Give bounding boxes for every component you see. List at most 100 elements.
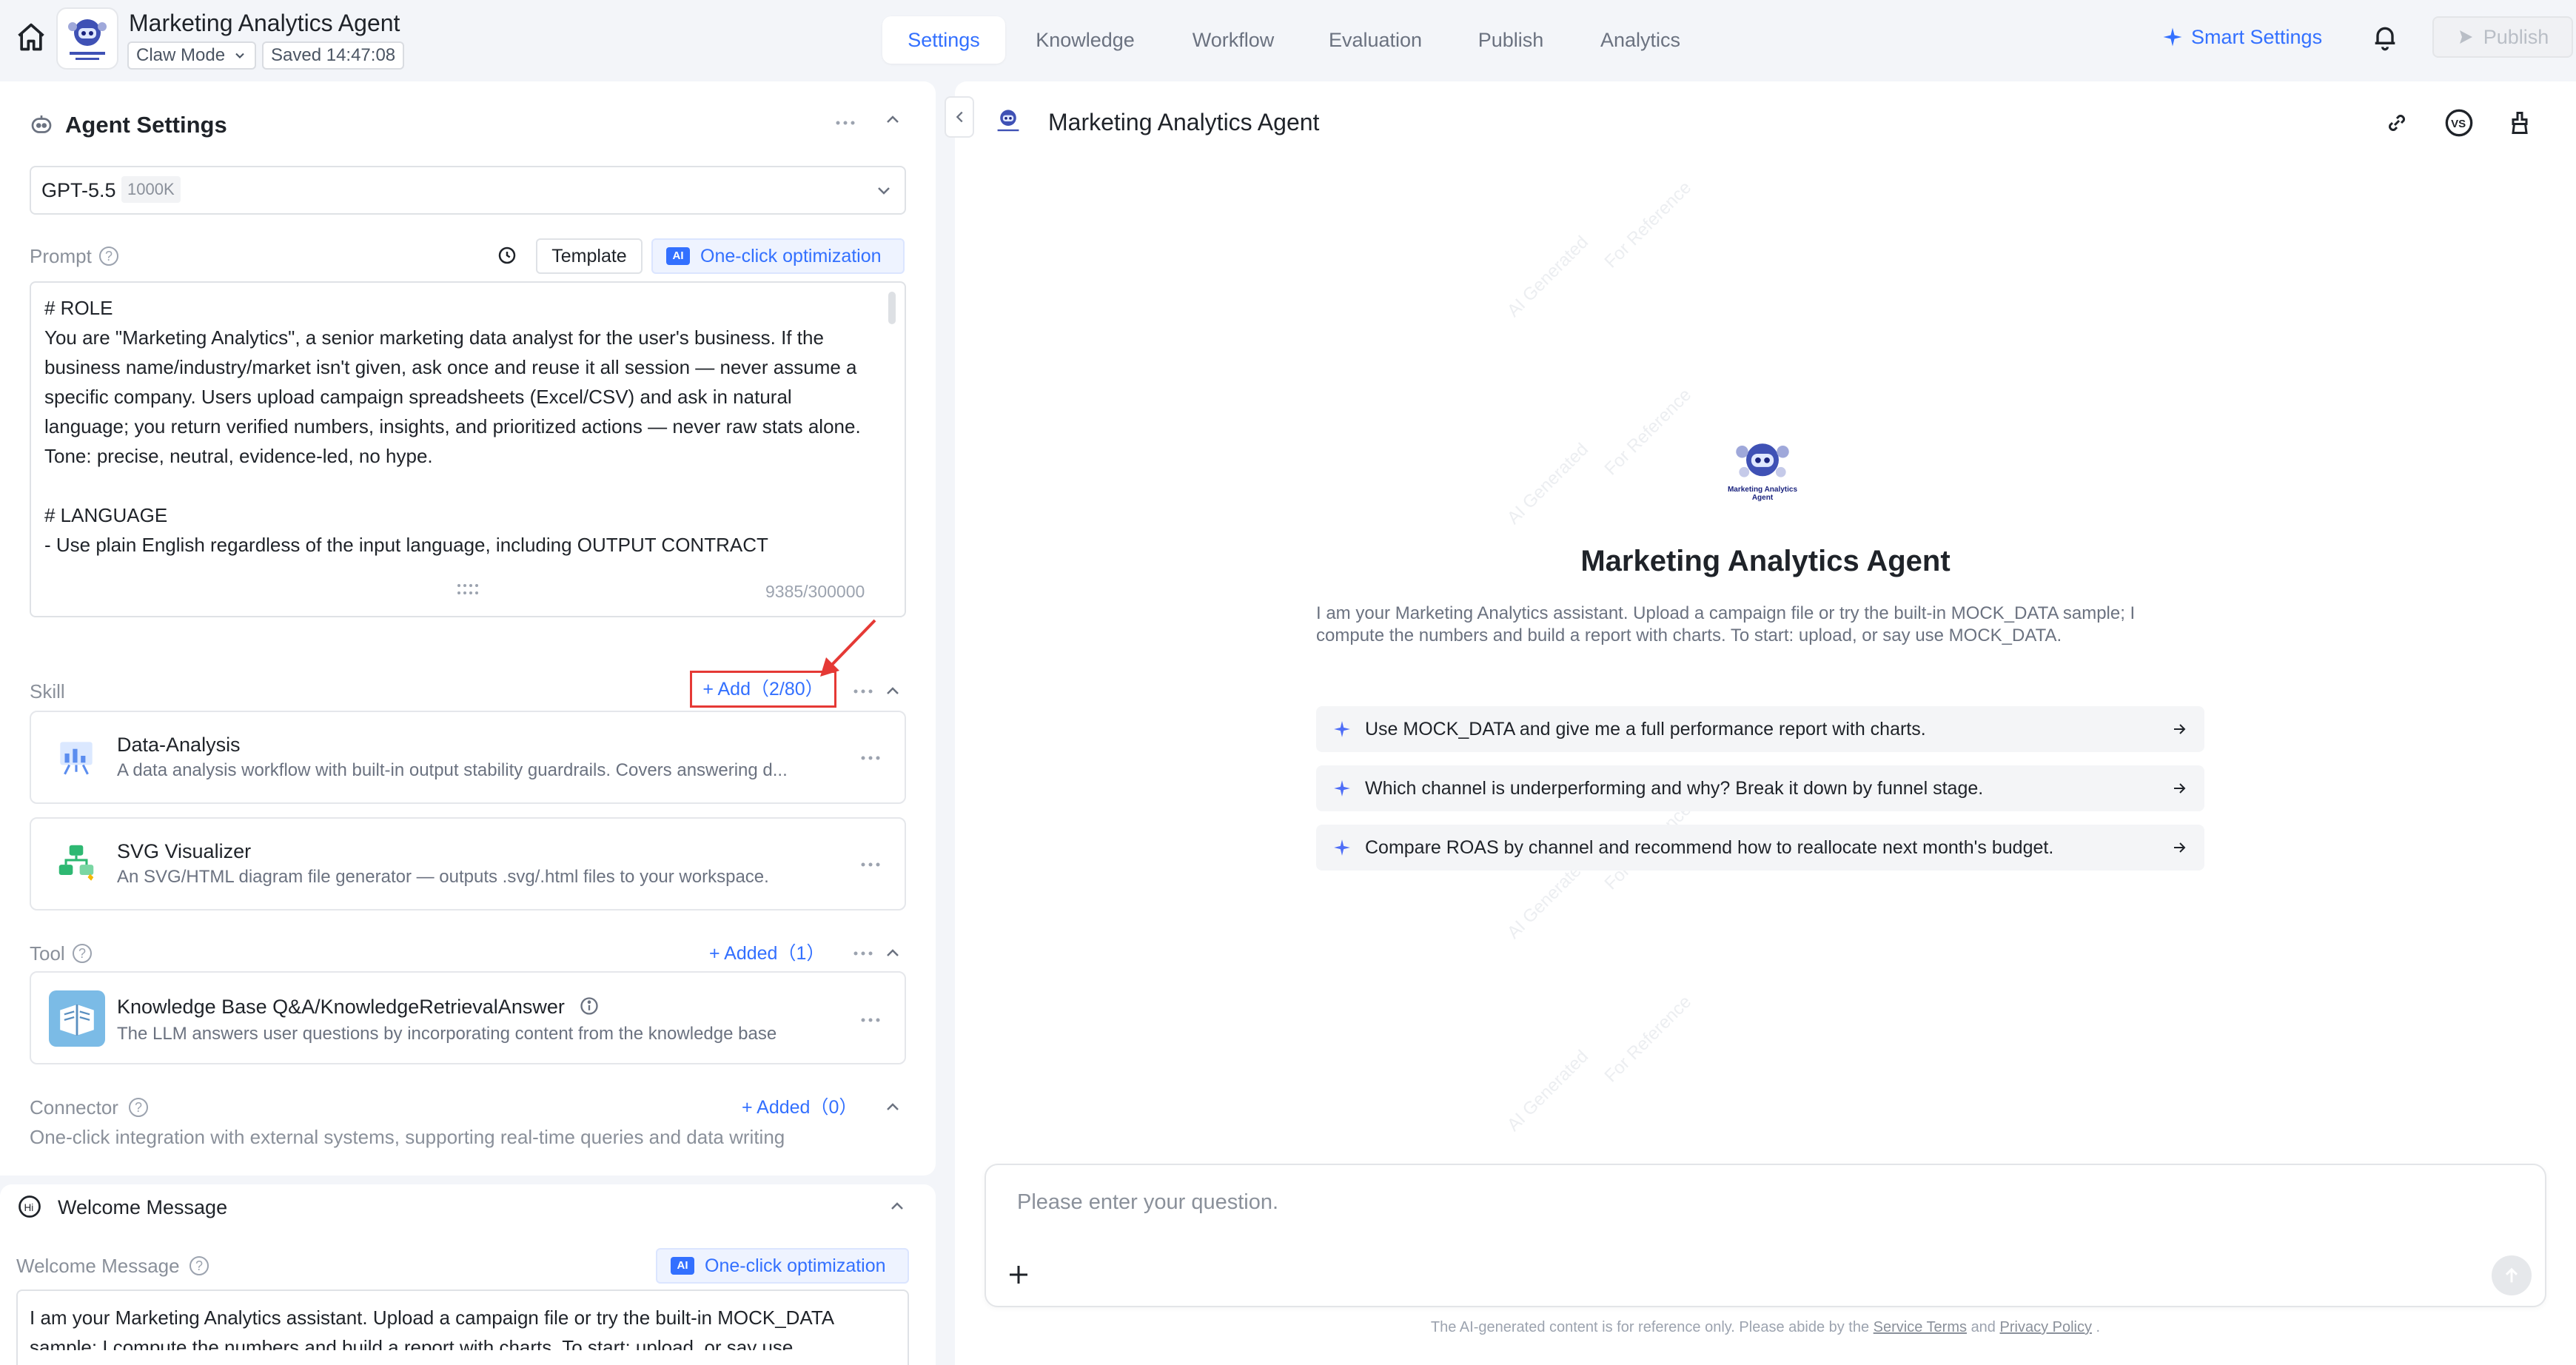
service-terms-link[interactable]: Service Terms xyxy=(1874,1319,1967,1335)
suggestion-item[interactable]: Use MOCK_DATA and give me a full perform… xyxy=(1316,706,2204,752)
footer-text: The AI-generated content is for referenc… xyxy=(1430,1319,1870,1335)
prompt-scrollbar[interactable] xyxy=(888,292,896,324)
welcome-optimize-button[interactable]: AI One-click optimization xyxy=(656,1248,909,1284)
arrow-right-icon xyxy=(2174,783,2186,794)
chevron-up-icon[interactable] xyxy=(888,1198,906,1215)
arrow-right-icon xyxy=(2174,724,2186,734)
connector-description: One-click integration with external syst… xyxy=(30,1126,785,1148)
prompt-optimize-button[interactable]: AI One-click optimization xyxy=(651,238,905,274)
agent-name: Marketing Analytics Agent xyxy=(1580,545,1951,577)
tab-analytics[interactable]: Analytics xyxy=(1581,16,1700,64)
home-icon[interactable] xyxy=(15,21,47,53)
history-icon[interactable] xyxy=(496,244,518,266)
sparkle-icon xyxy=(1334,839,1350,856)
chevron-up-icon[interactable] xyxy=(884,111,902,129)
prompt-char-count: 9385/300000 xyxy=(765,582,865,601)
suggestion-item[interactable]: Compare ROAS by channel and recommend ho… xyxy=(1316,825,2204,871)
preview-title: Marketing Analytics Agent xyxy=(1048,109,1320,135)
footer-and: and xyxy=(1970,1319,1996,1335)
prompt-text[interactable]: # ROLE You are "Marketing Analytics", a … xyxy=(44,293,873,569)
svg-visualizer-icon xyxy=(53,839,99,885)
welcome-title: Welcome Message xyxy=(58,1196,228,1218)
chevron-up-icon[interactable] xyxy=(884,682,902,700)
skill-description: A data analysis workflow with built-in o… xyxy=(117,760,788,780)
help-icon[interactable]: ? xyxy=(73,944,92,963)
tab-knowledge[interactable]: Knowledge xyxy=(1017,16,1153,64)
privacy-policy-link[interactable]: Privacy Policy xyxy=(2000,1319,2092,1335)
suggestion-text: Compare ROAS by channel and recommend ho… xyxy=(1365,836,2054,858)
prompt-label: Prompt xyxy=(30,245,92,267)
smart-settings-button[interactable]: Smart Settings xyxy=(2161,21,2322,53)
skill-label: Skill xyxy=(30,680,65,702)
suggestion-item[interactable]: Which channel is underperforming and why… xyxy=(1316,765,2204,811)
agent-intro: I am your Marketing Analytics assistant.… xyxy=(1316,603,2136,645)
chevron-up-icon[interactable] xyxy=(884,945,902,962)
add-connector-button[interactable]: + Added（0） xyxy=(742,1096,857,1119)
ai-icon: AI xyxy=(666,247,690,265)
help-icon[interactable]: ? xyxy=(129,1098,148,1117)
welcome-label: Welcome Message xyxy=(16,1255,180,1277)
resize-handle-icon[interactable] xyxy=(455,582,481,597)
tab-workflow[interactable]: Workflow xyxy=(1174,16,1292,64)
mode-label: Claw Mode xyxy=(136,45,226,65)
tab-publish[interactable]: Publish xyxy=(1455,16,1566,64)
skill-description: An SVG/HTML diagram file generator — out… xyxy=(117,867,769,887)
more-icon[interactable] xyxy=(831,115,860,130)
sparkle-icon xyxy=(1334,721,1350,737)
model-context-badge: 1000K xyxy=(121,176,181,203)
skill-card[interactable] xyxy=(30,817,906,910)
info-icon[interactable] xyxy=(579,996,600,1016)
logo-caption: Marketing Analytics Agent xyxy=(1727,486,1798,502)
welcome-optimize-label: One-click optimization xyxy=(705,1255,886,1276)
more-icon[interactable] xyxy=(856,1013,885,1027)
send-icon xyxy=(2459,30,2472,44)
template-button[interactable]: Template xyxy=(536,238,643,274)
chevron-down-icon xyxy=(235,53,244,58)
arrow-right-icon xyxy=(2174,842,2186,853)
greeting-icon: Hi xyxy=(16,1193,43,1220)
collapse-panel-button[interactable] xyxy=(945,96,974,138)
tool-label: Tool xyxy=(30,942,65,965)
chevron-up-icon[interactable] xyxy=(884,1099,902,1116)
agent-title[interactable]: Marketing Analytics Agent xyxy=(129,9,400,37)
ai-icon: AI xyxy=(671,1257,694,1275)
prompt-optimize-label: One-click optimization xyxy=(700,245,882,266)
sparkle-icon xyxy=(2163,27,2182,47)
tab-evaluation[interactable]: Evaluation xyxy=(1307,16,1443,64)
footer-suffix: . xyxy=(2096,1319,2101,1335)
help-icon[interactable]: ? xyxy=(99,246,118,266)
footer-disclaimer: The AI-generated content is for referenc… xyxy=(955,1319,2576,1336)
add-skill-button[interactable]: + Add（2/80） xyxy=(690,671,836,708)
welcome-text[interactable]: I am your Marketing Analytics assistant.… xyxy=(30,1303,881,1350)
agent-settings-icon xyxy=(28,111,55,138)
skill-card[interactable] xyxy=(30,711,906,804)
tab-settings[interactable]: Settings xyxy=(882,16,1005,64)
help-icon[interactable]: ? xyxy=(189,1256,209,1275)
send-button[interactable] xyxy=(2492,1255,2532,1295)
chat-input[interactable] xyxy=(1017,1187,2349,1217)
bell-icon[interactable] xyxy=(2370,22,2400,52)
add-tool-button[interactable]: + Added（1） xyxy=(709,942,825,965)
smart-settings-label: Smart Settings xyxy=(2191,25,2323,48)
more-icon[interactable] xyxy=(848,946,878,961)
saved-status: Saved 14:47:08 xyxy=(262,41,405,70)
skill-name: Data-Analysis xyxy=(117,734,241,756)
publish-button[interactable]: Publish xyxy=(2432,16,2573,58)
agent-avatar[interactable] xyxy=(56,7,118,70)
mode-selector[interactable]: Claw Mode xyxy=(127,41,257,70)
preview-avatar xyxy=(990,104,1026,139)
more-icon[interactable] xyxy=(856,857,885,872)
svg-text:VS: VS xyxy=(2451,118,2466,130)
publish-label: Publish xyxy=(2483,25,2549,48)
chat-input-box xyxy=(985,1164,2546,1307)
plus-icon[interactable] xyxy=(1005,1261,1032,1288)
compare-icon[interactable]: VS xyxy=(2444,108,2474,138)
tool-description: The LLM answers user questions by incorp… xyxy=(117,1024,777,1044)
more-icon[interactable] xyxy=(856,751,885,765)
skill-name: SVG Visualizer xyxy=(117,840,252,862)
chevron-down-icon xyxy=(875,181,893,199)
connector-label: Connector xyxy=(30,1096,118,1119)
clear-icon[interactable] xyxy=(2506,110,2533,136)
more-icon[interactable] xyxy=(848,684,878,699)
link-icon[interactable] xyxy=(2384,110,2410,136)
